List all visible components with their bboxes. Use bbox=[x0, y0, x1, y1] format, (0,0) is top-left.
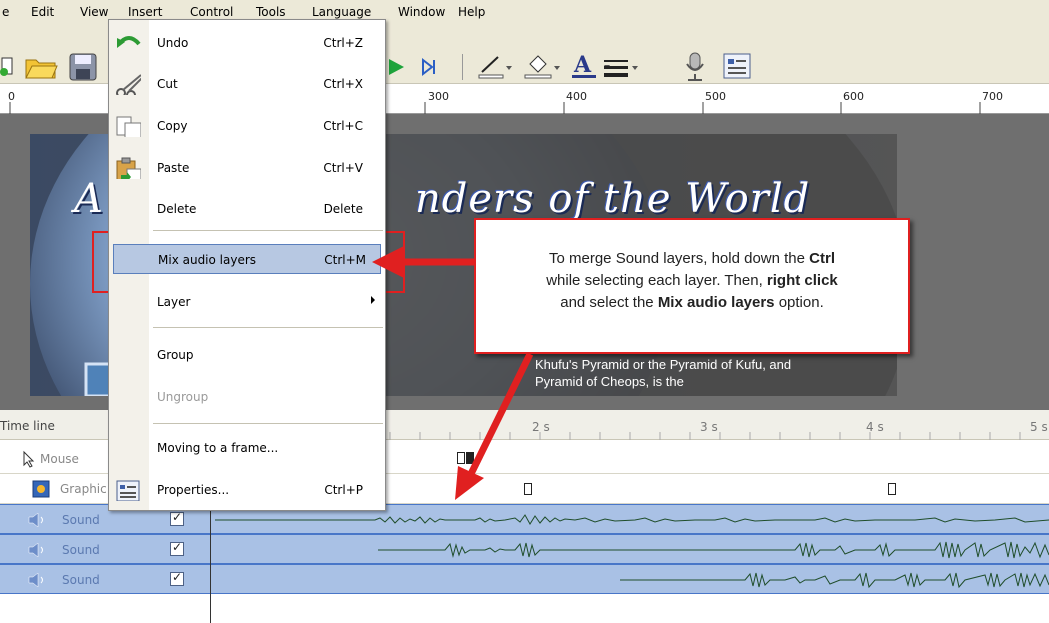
menu-item-label: Paste bbox=[157, 161, 190, 175]
menu-item-layer[interactable]: Layer bbox=[109, 287, 385, 317]
cut-icon bbox=[116, 74, 141, 95]
menu-item-label: Properties... bbox=[157, 483, 230, 497]
menu-item-shortcut: Ctrl+X bbox=[323, 77, 363, 91]
speaker-icon bbox=[28, 573, 43, 587]
speaker-icon bbox=[28, 513, 43, 527]
menu-item-label: Layer bbox=[157, 295, 191, 309]
timeline-row-label: Graphic bbox=[60, 482, 107, 496]
menu-view[interactable]: View bbox=[80, 5, 108, 19]
menu-item-properties[interactable]: Properties... Ctrl+P bbox=[109, 475, 385, 505]
menu-item-ungroup: Ungroup bbox=[109, 382, 385, 412]
audio-waveform bbox=[620, 572, 1049, 589]
menu-item-label: Moving to a frame... bbox=[157, 441, 279, 455]
menu-help[interactable]: Help bbox=[458, 5, 485, 19]
slide-title-fragment: A bbox=[74, 176, 103, 222]
menu-separator bbox=[153, 327, 383, 328]
context-menu: Undo Ctrl+Z Cut Ctrl+X Copy Ctrl+C Paste… bbox=[108, 19, 386, 511]
line-color-icon[interactable] bbox=[476, 52, 514, 82]
keyframe-marker[interactable] bbox=[466, 452, 474, 464]
menu-item-copy[interactable]: Copy Ctrl+C bbox=[109, 111, 385, 141]
undo-icon bbox=[117, 36, 141, 48]
layer-visible-checkbox[interactable] bbox=[170, 570, 184, 586]
menu-item-label: Undo bbox=[157, 36, 189, 50]
callout-text: To merge Sound layers, hold down the bbox=[549, 250, 810, 267]
audio-waveform bbox=[215, 514, 1049, 525]
toolbar-separator bbox=[462, 54, 463, 80]
menu-item-label: Group bbox=[157, 348, 194, 362]
sound-layer-label[interactable]: Sound bbox=[22, 565, 210, 595]
menu-file-partial[interactable]: e bbox=[2, 5, 9, 19]
callout-bold-text: Ctrl bbox=[809, 250, 835, 267]
menu-item-shortcut: Delete bbox=[323, 202, 363, 216]
layer-visible-checkbox[interactable] bbox=[170, 510, 184, 526]
menu-item-label: Delete bbox=[157, 202, 197, 216]
menu-tools[interactable]: Tools bbox=[256, 5, 286, 19]
fill-color-icon[interactable] bbox=[522, 52, 562, 82]
timeline-row-sound[interactable]: Sound bbox=[0, 534, 1049, 564]
new-icon[interactable] bbox=[0, 54, 14, 78]
mouse-cursor-icon bbox=[23, 450, 35, 468]
microphone-icon[interactable] bbox=[682, 50, 708, 82]
menu-item-shortcut: Ctrl+M bbox=[324, 253, 366, 267]
menu-item-group[interactable]: Group bbox=[109, 340, 385, 370]
callout-bold-text: Mix audio layers bbox=[657, 294, 775, 311]
menu-item-label: Mix audio layers bbox=[158, 253, 257, 267]
sound-layer-name: Sound bbox=[62, 573, 100, 587]
callout-bold-text: right click bbox=[766, 272, 838, 289]
copy-icon bbox=[116, 116, 141, 137]
slide-title: nders of the World bbox=[415, 176, 811, 222]
line-style-icon[interactable] bbox=[602, 52, 644, 82]
open-folder-icon[interactable] bbox=[24, 52, 58, 80]
menu-language[interactable]: Language bbox=[312, 5, 371, 19]
callout-text: and select the bbox=[560, 294, 658, 311]
menu-item-paste[interactable]: Paste Ctrl+V bbox=[109, 153, 385, 183]
keyframe-marker[interactable] bbox=[457, 452, 465, 464]
keyframe-marker[interactable] bbox=[888, 483, 896, 495]
menu-edit[interactable]: Edit bbox=[31, 5, 54, 19]
menu-control[interactable]: Control bbox=[190, 5, 233, 19]
timeline-title: Time line bbox=[0, 419, 55, 433]
menu-item-mix-audio-layers[interactable]: Mix audio layers Ctrl+M bbox=[113, 244, 381, 274]
properties-toolbar-icon[interactable] bbox=[722, 52, 752, 80]
save-icon[interactable] bbox=[68, 52, 98, 82]
svg-text:A: A bbox=[573, 52, 592, 78]
paste-icon bbox=[116, 157, 141, 179]
menu-separator bbox=[153, 423, 383, 424]
slide-body-text: Khufu's Pyramid or the Pyramid of Kufu, … bbox=[535, 357, 792, 389]
menu-item-moving-to-frame[interactable]: Moving to a frame... bbox=[109, 433, 385, 463]
menu-window[interactable]: Window bbox=[398, 5, 445, 19]
sound-layer-name: Sound bbox=[62, 543, 100, 557]
menu-item-label: Cut bbox=[157, 77, 178, 91]
menu-item-delete[interactable]: Delete Delete bbox=[109, 194, 385, 224]
timeline-row-label: Mouse bbox=[40, 452, 79, 466]
speaker-icon bbox=[28, 543, 43, 557]
sound-layer-name: Sound bbox=[62, 513, 100, 527]
timeline-row-sound[interactable]: Sound bbox=[0, 564, 1049, 594]
keyframe-marker[interactable] bbox=[524, 483, 532, 495]
audio-waveform bbox=[378, 541, 1049, 559]
menu-item-undo[interactable]: Undo Ctrl+Z bbox=[109, 28, 385, 58]
menu-separator bbox=[153, 230, 383, 231]
menu-item-shortcut: Ctrl+V bbox=[323, 161, 363, 175]
menu-item-shortcut: Ctrl+P bbox=[324, 483, 363, 497]
menu-item-label: Ungroup bbox=[157, 390, 209, 404]
menu-item-shortcut: Ctrl+Z bbox=[323, 36, 363, 50]
menu-item-cut[interactable]: Cut Ctrl+X bbox=[109, 69, 385, 99]
sound-layer-label[interactable]: Sound bbox=[22, 535, 210, 565]
step-forward-icon[interactable] bbox=[418, 56, 440, 78]
menu-insert[interactable]: Insert bbox=[128, 5, 162, 19]
layer-visible-checkbox[interactable] bbox=[170, 540, 184, 556]
instruction-callout: To merge Sound layers, hold down the Ctr… bbox=[474, 218, 910, 354]
submenu-arrow-icon bbox=[371, 296, 375, 304]
callout-text: while selecting each layer. Then, bbox=[546, 272, 767, 289]
callout-text: option. bbox=[774, 294, 824, 311]
menu-item-label: Copy bbox=[157, 119, 188, 133]
properties-icon bbox=[116, 480, 140, 501]
menu-item-shortcut: Ctrl+C bbox=[323, 119, 363, 133]
play-icon[interactable] bbox=[385, 56, 407, 78]
image-icon bbox=[32, 480, 50, 498]
